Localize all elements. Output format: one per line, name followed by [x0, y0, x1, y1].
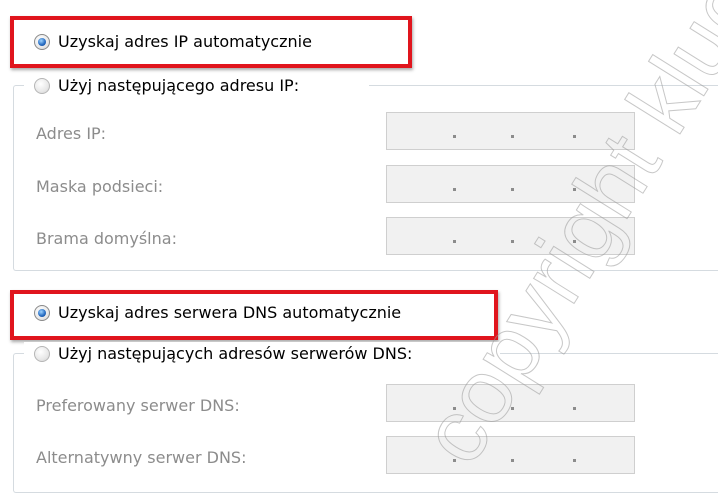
radio-ip-auto-label: Uzyskaj adres IP automatycznie [58, 32, 312, 51]
radio-dns-auto-label: Uzyskaj adres serwera DNS automatycznie [58, 303, 402, 322]
radio-unchecked-icon [34, 346, 50, 362]
alternate-dns-field[interactable] [386, 436, 635, 474]
preferred-dns-field[interactable] [386, 384, 635, 422]
field-label-alternate-dns: Alternatywny serwer DNS: [36, 448, 247, 467]
ip-address-field[interactable] [386, 112, 635, 150]
field-label-ip-address: Adres IP: [36, 124, 107, 143]
radio-dns-manual-label: Użyj następujących adresów serwerów DNS: [58, 344, 413, 363]
field-label-subnet-mask: Maska podsieci: [36, 177, 164, 196]
field-label-default-gateway: Brama domyślna: [36, 229, 177, 248]
radio-ip-manual-label: Użyj następującego adresu IP: [58, 76, 300, 95]
field-label-preferred-dns: Preferowany serwer DNS: [36, 396, 240, 415]
radio-checked-icon [34, 34, 50, 50]
radio-unchecked-icon [34, 78, 50, 94]
default-gateway-field[interactable] [386, 217, 635, 255]
radio-checked-icon [34, 305, 50, 321]
subnet-mask-field[interactable] [386, 165, 635, 203]
